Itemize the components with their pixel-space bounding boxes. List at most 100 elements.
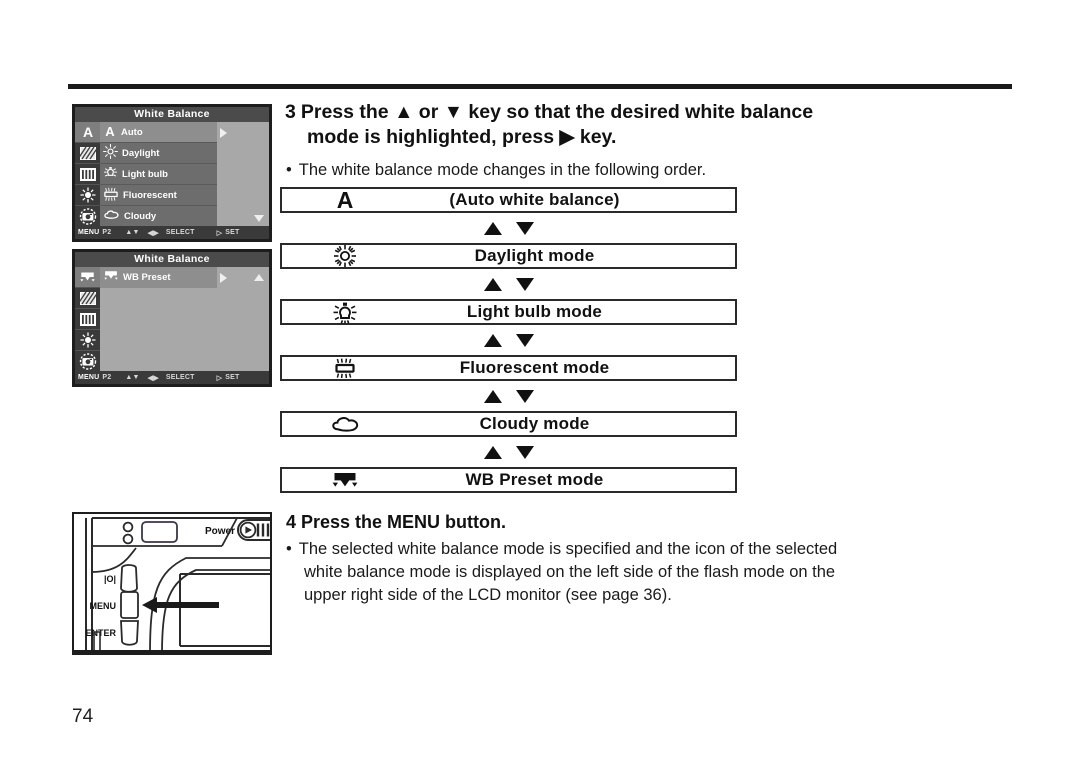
status-page-label: P2 [102, 229, 112, 236]
arrow-up-icon [483, 333, 502, 347]
step-3-number: 3 [285, 101, 296, 123]
step-3-line2: mode is highlighted, press ▶ key. [307, 126, 617, 148]
manual-page: White Balance A A Auto Daylight Light bu… [0, 0, 1080, 765]
lcd-row[interactable]: WB Preset [100, 267, 217, 288]
row-fluorescent-icon [103, 186, 119, 204]
arrow-down-icon [515, 333, 534, 347]
lcd-right-pane [217, 267, 269, 371]
mode-box-fluorescent: Fluorescent mode [280, 355, 737, 381]
lcd-row[interactable]: Light bulb [100, 164, 217, 185]
mode-box-daylight: Daylight mode [280, 243, 737, 269]
lcd-icon-strip [75, 267, 100, 371]
step-4-bullet: • The selected white balance mode is spec… [286, 538, 986, 607]
lcd-row[interactable]: Daylight [100, 143, 217, 164]
svg-text:A: A [82, 124, 92, 140]
strip-camera-icon [75, 351, 100, 371]
lcd-menu-list: WB Preset [100, 267, 217, 371]
flow-arrows [280, 213, 737, 243]
header-rule [68, 84, 1012, 89]
flow-arrows [280, 269, 737, 299]
lcd-screen-wb-preset: White Balance WB Preset MENU P2 ▲▼ ◀▶ SE… [72, 249, 272, 387]
mode-box-light-bulb: Light bulb mode [280, 299, 737, 325]
lcd-row[interactable]: A Auto [100, 122, 217, 143]
status-page-label: P2 [102, 374, 112, 381]
svg-text:A: A [105, 124, 115, 138]
strip-bars-icon [75, 309, 100, 330]
caret-down-icon[interactable] [254, 215, 264, 222]
bulb-icon [324, 299, 366, 325]
status-menu-label: MENU [78, 374, 100, 381]
page-number: 74 [72, 706, 94, 727]
caret-right-icon [220, 128, 227, 138]
svg-text:Power: Power [205, 526, 235, 537]
arrow-up-icon [483, 445, 502, 459]
status-set-label: SET [225, 374, 240, 381]
strip-sun-small-icon [75, 330, 100, 351]
status-set-caret-icon: ▷ [216, 374, 223, 382]
svg-text:|O|: |O| [104, 574, 116, 584]
lcd-menu-list: A Auto Daylight Light bulb Fluorescent C… [100, 122, 217, 226]
lcd-row[interactable]: Cloudy [100, 206, 217, 226]
step-4-heading: 4 Press the MENU button. [286, 512, 506, 533]
arrow-down-icon [515, 277, 534, 291]
mode-box-cloudy: Cloudy mode [280, 411, 737, 437]
strip-camera-icon [75, 206, 100, 226]
status-menu-label: MENU [78, 229, 100, 236]
caret-right-icon [220, 273, 227, 283]
arrow-up-icon [483, 221, 502, 235]
letter-a-icon: A [324, 187, 366, 213]
lcd-row-empty [100, 329, 217, 350]
lcd-row[interactable]: Fluorescent [100, 185, 217, 206]
step-3-line1: Press the ▲ or ▼ key so that the desired… [300, 101, 814, 123]
lcd-row-empty [100, 350, 217, 371]
step-4-bullet-line1: The selected white balance mode is speci… [298, 540, 838, 558]
flow-arrows [280, 437, 737, 467]
lcd-body: WB Preset [75, 267, 269, 371]
strip-gradient-icon [75, 143, 100, 164]
caret-up-icon[interactable] [254, 274, 264, 281]
lcd-body: A A Auto Daylight Light bulb Fluorescent… [75, 122, 269, 226]
lcd-row-empty [100, 309, 217, 330]
status-leftright-icon: ◀▶ [147, 229, 159, 237]
wb-preset-icon [324, 467, 366, 493]
arrow-down-icon [515, 389, 534, 403]
row-letter-a-icon: A [103, 124, 117, 141]
svg-text:A: A [337, 188, 354, 212]
row-bulb-icon [103, 165, 118, 183]
status-select-label: SELECT [165, 229, 195, 236]
camera-diagram-svg: Power |O| MENU ENTER [74, 514, 283, 654]
status-set-caret-icon: ▷ [216, 229, 223, 237]
step-3-heading: 3 Press the ▲ or ▼ key so that the desire… [285, 100, 985, 150]
mode-box-wb-preset: WB Preset mode [280, 467, 737, 493]
white-balance-mode-flow: A (Auto white balance) Daylight mode Lig… [280, 187, 737, 493]
step-4-bullet-line2: white balance mode is displayed on the l… [304, 563, 836, 581]
mode-box-auto: A (Auto white balance) [280, 187, 737, 213]
flow-arrows [280, 381, 737, 411]
arrow-down-icon [515, 221, 534, 235]
step-4-bullet-line3: upper right side of the LCD monitor (see… [304, 586, 672, 604]
row-sun-icon [103, 144, 118, 162]
status-leftright-icon: ◀▶ [147, 374, 159, 382]
strip-bars-icon [75, 164, 100, 185]
step-4-number: 4 [286, 512, 297, 532]
svg-text:ENTER: ENTER [85, 628, 116, 638]
status-updown-icon: ▲▼ [125, 374, 140, 381]
lcd-row-label: WB Preset [123, 271, 171, 283]
arrow-up-icon [483, 389, 502, 403]
status-updown-icon: ▲▼ [125, 229, 140, 236]
step-3-bullet: • The white balance mode changes in the f… [286, 160, 986, 180]
lcd-row-label: Fluorescent [123, 189, 177, 201]
bullet-marker-icon: • [286, 161, 292, 179]
strip-gradient-icon [75, 288, 100, 309]
camera-illustration: Power |O| MENU ENTER [72, 512, 283, 655]
flow-arrows [280, 325, 737, 355]
status-select-label: SELECT [165, 374, 195, 381]
svg-text:MENU: MENU [90, 601, 117, 611]
strip-wb-preset-icon [75, 267, 100, 288]
lcd-row-label: Cloudy [124, 210, 157, 222]
strip-letter-a-icon: A [75, 122, 100, 143]
sun-icon [324, 243, 366, 269]
fluorescent-icon [324, 355, 366, 381]
strip-sun-small-icon [75, 185, 100, 206]
lcd-status-bar: MENU P2 ▲▼ ◀▶ SELECT ▷ SET [75, 226, 269, 239]
